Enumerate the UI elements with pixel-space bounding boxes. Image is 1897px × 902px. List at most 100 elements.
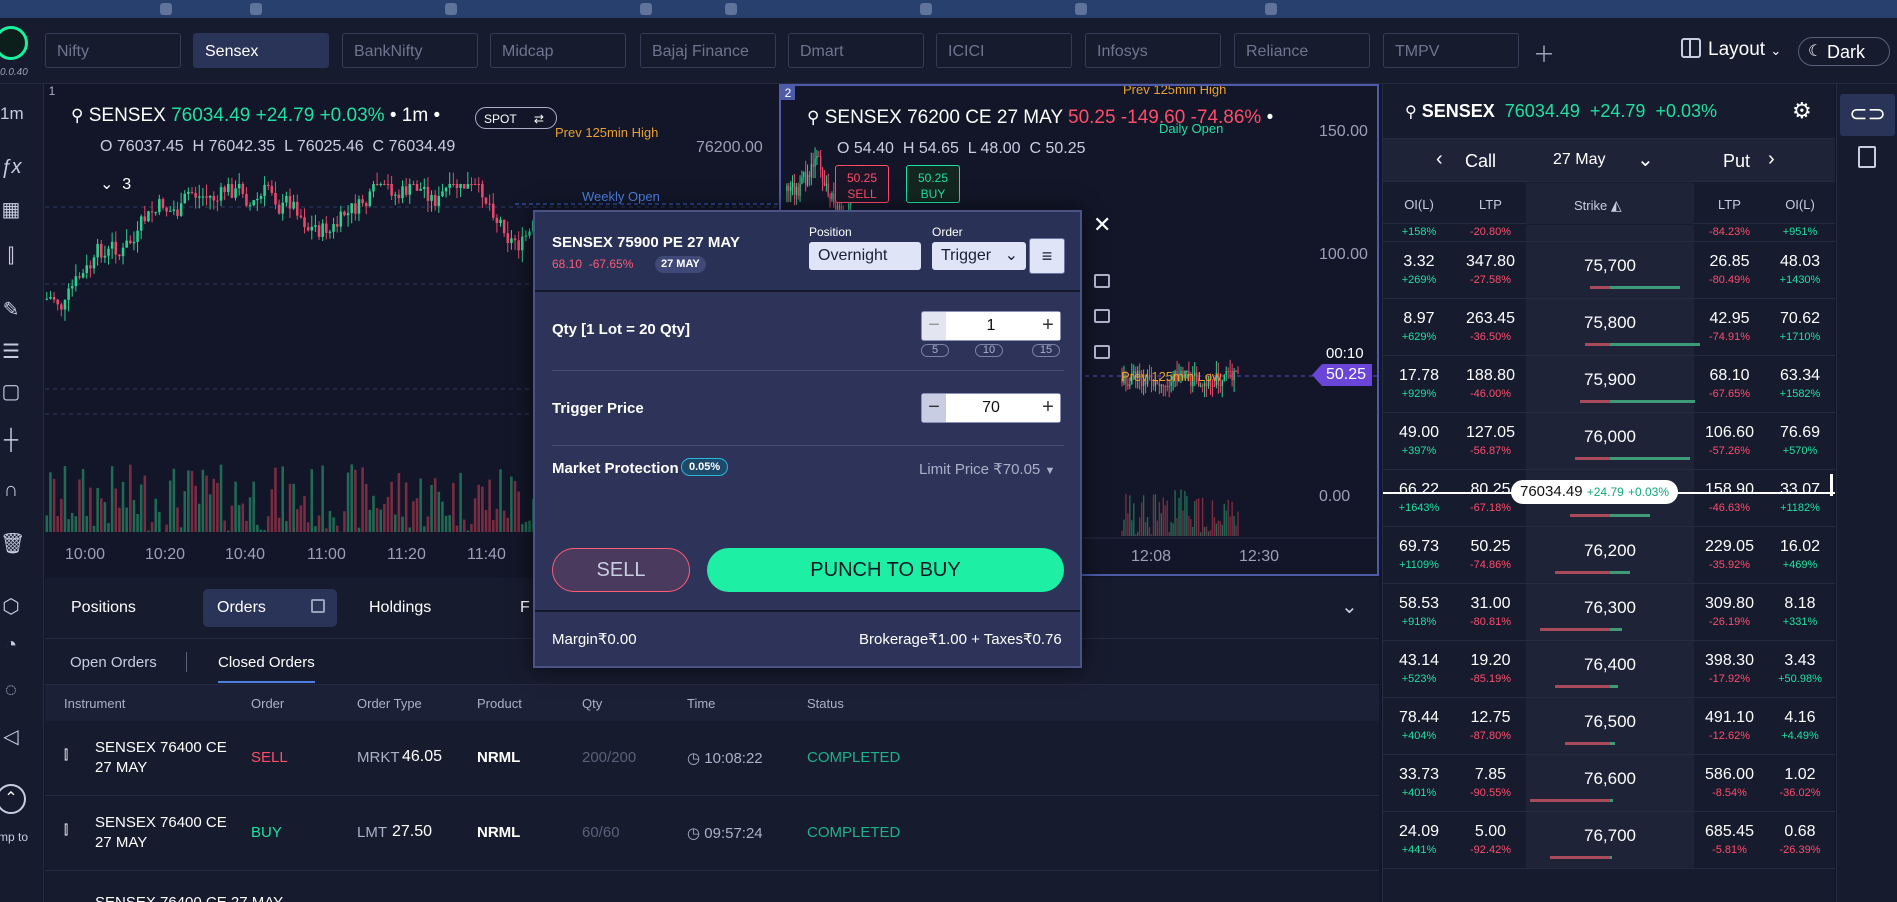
qty-preset[interactable]: 15 xyxy=(1032,344,1060,357)
trigger-plus-button[interactable]: + xyxy=(1036,394,1060,422)
subtab-open-orders[interactable]: Open Orders xyxy=(70,654,157,671)
col-call-ltp[interactable]: LTP xyxy=(1455,183,1526,224)
chain-row-partial[interactable]: +158% -20.80% -84.23% +951% xyxy=(1383,225,1835,242)
watchlist-tab[interactable]: BankNifty xyxy=(342,33,478,68)
call-ltp[interactable]: 50.25 xyxy=(1455,538,1526,556)
trash-icon[interactable]: 🗑 xyxy=(0,531,25,556)
put-ltp[interactable]: 398.30 xyxy=(1694,652,1765,670)
watchlist-tab[interactable]: Infosys xyxy=(1085,33,1221,68)
bookmark-icon[interactable] xyxy=(1858,146,1876,168)
trigger-price-stepper[interactable]: − 70 + xyxy=(921,393,1061,423)
put-ltp[interactable]: 309.80 xyxy=(1694,595,1765,613)
pen-icon[interactable]: ✎ xyxy=(0,297,22,322)
interval-label[interactable]: 1m xyxy=(0,104,24,124)
col-qty[interactable]: Qty xyxy=(582,696,602,711)
watchlist-tab[interactable]: ICICI xyxy=(936,33,1072,68)
watchlist-tab[interactable]: Midcap xyxy=(490,33,626,68)
table-row[interactable]: ⫿ SENSEX 76400 CE 27 MAY SELL MRKT 46.05… xyxy=(45,721,1379,796)
chart-symbol[interactable]: SENSEX xyxy=(89,105,166,126)
grid-icon[interactable]: ▦ xyxy=(0,197,22,222)
order-type-select[interactable]: Trigger ⌄ xyxy=(932,242,1026,270)
col-call-oi[interactable]: OI(L) xyxy=(1383,183,1455,224)
call-ltp[interactable]: 263.45 xyxy=(1455,310,1526,328)
punch-to-buy-button[interactable]: PUNCH TO BUY xyxy=(707,548,1064,592)
subtab-closed-orders[interactable]: Closed Orders xyxy=(218,654,315,683)
scrollbar-thumb[interactable] xyxy=(1830,474,1833,496)
col-status[interactable]: Status xyxy=(807,696,844,711)
bookmark-icon[interactable] xyxy=(445,3,457,15)
watchlist-tab[interactable]: Bajaj Finance xyxy=(640,33,776,68)
tab-orders[interactable]: Orders xyxy=(203,589,337,627)
qty-preset[interactable]: 5 xyxy=(921,344,949,357)
chain-row[interactable]: 33.73 +401% 7.85 -90.55% 76,600 586.00 -8.54% 1… xyxy=(1383,755,1835,812)
expand-icon[interactable] xyxy=(311,599,325,613)
col-time[interactable]: Time xyxy=(687,696,715,711)
call-ltp[interactable]: 12.75 xyxy=(1455,709,1526,727)
trigger-minus-button[interactable]: − xyxy=(922,394,946,422)
col-put-oi[interactable]: OI(L) xyxy=(1765,183,1835,224)
chain-row[interactable]: 43.14 +523% 19.20 -85.19% 76,400 398.30 -17.92… xyxy=(1383,641,1835,698)
put-ltp[interactable]: 229.05 xyxy=(1694,538,1765,556)
put-ltp[interactable]: 491.10 xyxy=(1694,709,1765,727)
indicator-toggle[interactable]: ⌄ 3 xyxy=(100,174,131,194)
col-put-ltp[interactable]: LTP xyxy=(1694,183,1765,224)
bookmark-icon[interactable] xyxy=(640,3,652,15)
bookmark-icon[interactable] xyxy=(725,3,737,15)
call-ltp[interactable]: 31.00 xyxy=(1455,595,1526,613)
chain-row[interactable]: 8.97 +629% 263.45 -36.50% 75,800 42.95 -74.91%… xyxy=(1383,299,1835,356)
call-ltp[interactable]: 19.20 xyxy=(1455,652,1526,670)
qty-plus-button[interactable]: + xyxy=(1036,312,1060,340)
chain-row[interactable]: 69.73 +1109% 50.25 -74.86% 76,200 229.05 -35.9… xyxy=(1383,527,1835,584)
search-icon[interactable]: ⚲ xyxy=(1405,104,1417,121)
chain-row[interactable]: 3.32 +269% 347.80 -27.58% 75,700 26.85 -80.49%… xyxy=(1383,242,1835,299)
qty-minus-button[interactable]: − xyxy=(922,312,946,340)
bookmark-icon[interactable] xyxy=(160,3,172,15)
depth-toggle-icon[interactable]: ≡ xyxy=(1029,238,1065,274)
chart-symbol[interactable]: SENSEX 76200 CE 27 MAY xyxy=(825,107,1063,128)
call-ltp[interactable]: 7.85 xyxy=(1455,766,1526,784)
chain-row[interactable]: 17.78 +929% 188.80 -46.00% 75,900 68.10 -67.65… xyxy=(1383,356,1835,413)
table-row[interactable]: ⫿ SENSEX 76400 CE 27 MAY BUY LMT 27.50 N… xyxy=(45,796,1379,871)
dock-left-icon[interactable] xyxy=(1094,345,1110,359)
search-icon[interactable]: ⚲ xyxy=(71,106,83,125)
watchlist-tab[interactable]: Reliance xyxy=(1234,33,1370,68)
chevron-right-icon[interactable]: › xyxy=(1768,148,1775,171)
crosshair-icon[interactable]: ┼ xyxy=(0,429,22,452)
settings-gear-icon[interactable]: ⚙ xyxy=(1792,98,1812,124)
chain-row[interactable]: 49.00 +397% 127.05 -56.87% 76,000 106.60 -57.2… xyxy=(1383,413,1835,470)
call-ltp[interactable]: 347.80 xyxy=(1455,253,1526,271)
magnet-icon[interactable]: ∩ xyxy=(0,479,22,502)
put-ltp[interactable]: 26.85 xyxy=(1694,253,1765,271)
col-product[interactable]: Product xyxy=(477,696,522,711)
link-icon[interactable]: ⊂⊃ xyxy=(1840,94,1895,136)
put-ltp[interactable]: 685.45 xyxy=(1694,823,1765,841)
interval-selector[interactable]: 1m xyxy=(402,105,428,126)
tab-holdings[interactable]: Holdings xyxy=(355,589,445,627)
lines-icon[interactable]: ☰ xyxy=(0,339,22,364)
quick-sell-button[interactable]: 50.25 SELL xyxy=(835,165,889,203)
call-ltp[interactable]: 188.80 xyxy=(1455,367,1526,385)
theme-toggle[interactable]: ☾ Dark xyxy=(1798,37,1890,66)
candles-icon[interactable]: ⫿ xyxy=(0,245,22,268)
put-ltp[interactable]: 42.95 xyxy=(1694,310,1765,328)
formula-icon[interactable]: ƒx xyxy=(0,156,22,179)
watchlist-tab[interactable]: Nifty xyxy=(45,33,181,68)
search-icon[interactable]: ⚲ xyxy=(807,108,819,127)
market-protection-badge[interactable]: 0.05% xyxy=(681,458,729,476)
col-strike[interactable]: Strike ◭ xyxy=(1526,183,1694,224)
put-ltp[interactable]: 68.10 xyxy=(1694,367,1765,385)
chain-row[interactable]: 78.44 +404% 12.75 -87.80% 76,500 491.10 -12.62… xyxy=(1383,698,1835,755)
rectangle-icon[interactable]: ▢ xyxy=(0,379,22,404)
put-ltp[interactable]: 586.00 xyxy=(1694,766,1765,784)
chain-row[interactable]: 58.53 +918% 31.00 -80.81% 76,300 309.80 -26.19… xyxy=(1383,584,1835,641)
quick-buy-button[interactable]: 50.25 BUY xyxy=(906,165,960,203)
sell-button[interactable]: SELL xyxy=(552,548,690,592)
tab-positions[interactable]: Positions xyxy=(57,589,150,627)
bookmark-icon[interactable] xyxy=(250,3,262,15)
close-icon[interactable]: ✕ xyxy=(1093,212,1111,238)
call-ltp[interactable]: 5.00 xyxy=(1455,823,1526,841)
jump-up-icon[interactable]: ⌃ xyxy=(0,784,26,814)
bookmark-icon[interactable] xyxy=(1075,3,1087,15)
megaphone-icon[interactable]: ◁ xyxy=(0,724,22,749)
layout-button[interactable]: Layout ⌄ xyxy=(1681,38,1781,61)
